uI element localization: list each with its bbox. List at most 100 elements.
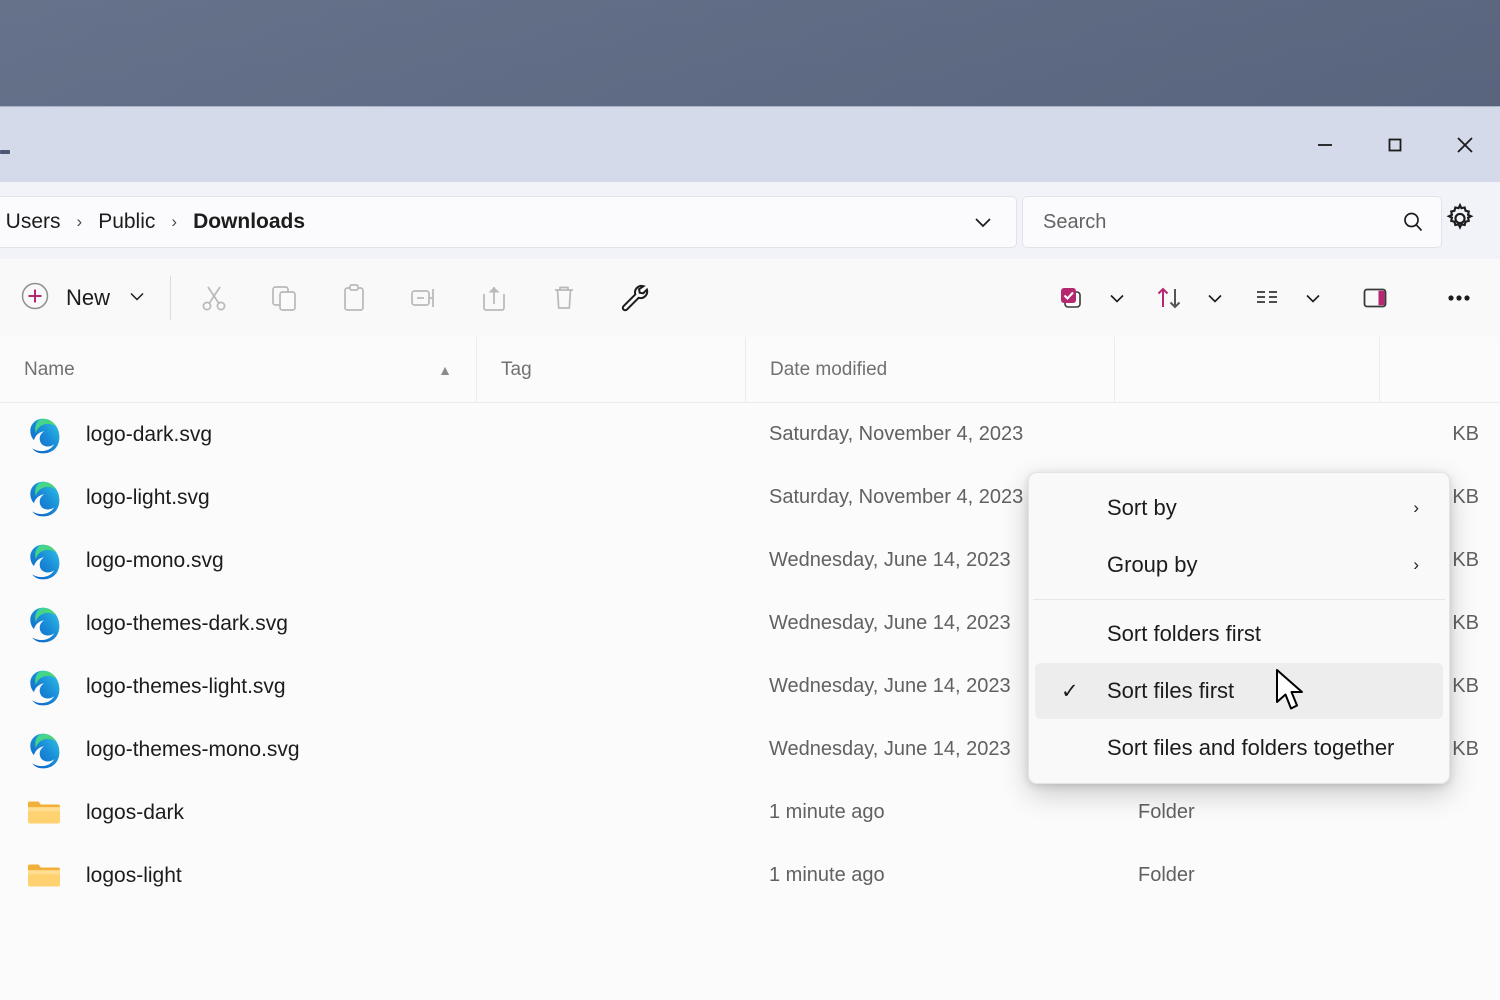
menu-item[interactable]: Group by› [1035,537,1443,593]
window-controls [1290,107,1500,182]
file-name-label: logo-light.svg [86,486,210,510]
file-size-label: KB [1452,423,1479,446]
edge-icon [24,541,64,581]
file-name-cell[interactable]: logo-themes-dark.svg [0,592,476,655]
column-header-type[interactable] [1114,337,1379,402]
table-row[interactable]: logos-dark1 minute agoFolder [0,781,1500,844]
toolbar-right-group [1036,259,1492,337]
column-header-tag[interactable]: Tag [476,337,745,402]
file-name-cell[interactable]: logo-light.svg [0,466,476,529]
paste-button[interactable] [325,272,383,324]
file-tag-cell [476,403,745,466]
edge-icon [24,730,64,770]
file-explorer-window: › Users › Public › Downloads [0,106,1500,1000]
menu-item[interactable]: Sort files and folders together [1035,720,1443,776]
file-name-cell[interactable]: logo-themes-light.svg [0,655,476,718]
file-name-cell[interactable]: logos-dark [0,781,476,844]
select-dropdown-caret[interactable] [1100,272,1134,324]
gear-icon[interactable] [1443,201,1477,240]
file-name-cell[interactable]: logo-mono.svg [0,529,476,592]
file-size-cell [1379,781,1479,844]
sort-group [1140,272,1232,324]
select-group [1042,272,1134,324]
menu-item-label: Sort folders first [1107,621,1261,647]
breadcrumb-item-downloads[interactable]: Downloads [190,210,308,234]
share-button[interactable] [465,272,523,324]
chevron-down-icon[interactable] [126,285,148,312]
file-date-cell: 1 minute ago [745,781,1114,844]
menu-item[interactable]: Sort by› [1035,480,1443,536]
file-name-label: logo-themes-mono.svg [86,738,300,762]
title-bar [0,106,1500,182]
toolbar-divider [170,276,171,320]
file-tag-cell [476,592,745,655]
checkbox-select-icon[interactable] [1042,272,1100,324]
breadcrumb-item-public[interactable]: Public [95,210,158,234]
sort-dropdown-caret[interactable] [1198,272,1232,324]
breadcrumb-separator-icon: › [158,212,190,232]
file-date-cell: Saturday, November 4, 2023 [745,403,1114,466]
file-size-label: KB [1452,486,1479,509]
file-tag-cell [476,466,745,529]
new-button[interactable]: New [8,274,158,322]
column-headers: Name ▲ Tag Date modified [0,337,1500,403]
file-name-label: logo-themes-dark.svg [86,612,288,636]
table-row[interactable]: logos-light 1 minute agoFolder [0,844,1500,907]
plus-circle-icon [18,279,52,318]
sort-context-menu: Sort by›Group by› Sort folders first ✓ Sort… [1028,472,1450,784]
column-header-date-label: Date modified [770,359,887,381]
file-type-cell: Folder [1114,844,1379,907]
view-group [1238,272,1330,324]
table-row[interactable]: logo-dark.svg Saturday, November 4, 2023 K… [0,403,1500,466]
menu-item-label: Sort files first [1107,678,1234,704]
details-pane-icon[interactable] [1346,272,1404,324]
edge-icon [24,667,64,707]
sort-ascending-icon: ▲ [438,362,452,378]
address-bar-row: › Users › Public › Downloads [0,182,1500,259]
file-name-cell[interactable]: logo-themes-mono.svg [0,718,476,781]
file-type-cell [1114,403,1379,466]
search-box[interactable] [1022,196,1442,248]
breadcrumb[interactable]: › Users › Public › Downloads [0,196,1017,248]
file-size-label: KB [1452,549,1479,572]
edge-icon [24,478,64,518]
wrench-icon[interactable] [605,272,663,324]
file-tag-cell [476,529,745,592]
file-name-cell[interactable]: logo-dark.svg [0,403,476,466]
file-date-cell: 1 minute ago [745,844,1114,907]
ellipsis-icon[interactable] [1430,272,1488,324]
menu-item-label: Sort by [1107,495,1177,521]
menu-item-label: Sort files and folders together [1107,735,1394,761]
close-button[interactable] [1430,107,1500,182]
file-tag-cell [476,718,745,781]
cut-button[interactable] [185,272,243,324]
trash-icon[interactable] [535,272,593,324]
minimize-button[interactable] [1290,107,1360,182]
view-list-icon[interactable] [1238,272,1296,324]
file-tag-cell [476,655,745,718]
search-input[interactable] [1041,210,1365,235]
column-header-date-modified[interactable]: Date modified [745,337,1114,402]
column-header-tag-label: Tag [501,359,532,381]
tab-strip-stub[interactable] [0,150,10,154]
edge-icon [24,415,64,455]
column-header-size[interactable] [1379,337,1500,402]
copy-button[interactable] [255,272,313,324]
file-name-cell[interactable]: logos-light [0,844,476,907]
sort-arrows-icon[interactable] [1140,272,1198,324]
file-size-cell [1379,844,1479,907]
breadcrumb-item-users[interactable]: Users [3,210,64,234]
search-icon[interactable] [1399,197,1427,247]
file-name-label: logos-dark [86,801,184,825]
checkmark-icon: ✓ [1061,679,1079,704]
rename-button[interactable] [395,272,453,324]
menu-item[interactable]: ✓ Sort files first [1035,663,1443,719]
file-tag-cell [476,844,745,907]
chevron-down-icon[interactable] [970,197,996,247]
maximize-button[interactable] [1360,107,1430,182]
file-tag-cell [476,781,745,844]
column-header-name[interactable]: Name ▲ [0,337,476,402]
file-date-label: Wednesday, June 14, 2023 [769,549,1011,572]
view-dropdown-caret[interactable] [1296,272,1330,324]
menu-item[interactable]: Sort folders first [1035,606,1443,662]
